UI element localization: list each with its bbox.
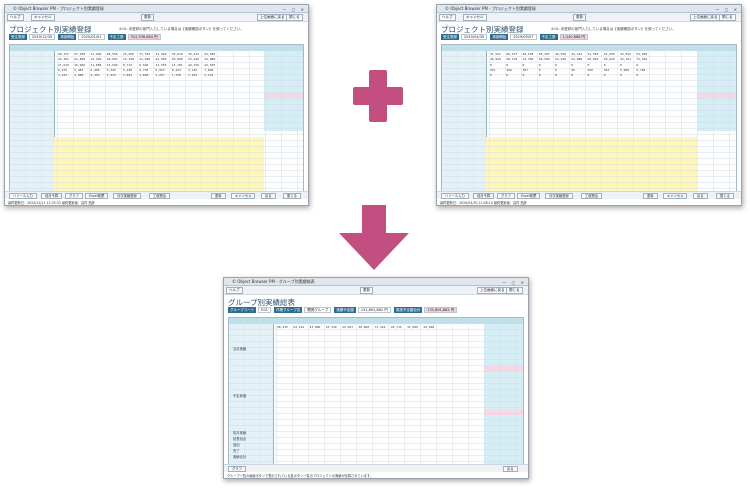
window-title: © Object Browser PM - プロジェクト別実績登録 — [13, 6, 104, 11]
row-label-complete: 完了 — [233, 449, 240, 453]
actual-amount-value: 131,891,882 円 — [357, 307, 391, 313]
group-actuals-grid[interactable]: 当月実績 予定原価 前月実績 延長割合 追加 完了 実績合計 28,435 24… — [228, 317, 524, 465]
help-button[interactable]: ヘルプ — [439, 14, 456, 21]
budget-value[interactable]: 1,240,668 円 — [559, 34, 589, 40]
cancel-footer-button[interactable]: キャンセル — [663, 193, 688, 199]
grid-values: 20,331 27,258 11,940 28,556 25,450 37,53… — [58, 52, 216, 78]
order-label: 受注登録 — [9, 34, 27, 40]
grid-values: 28,435 24,124 23,886 25,130 24,953 30,60… — [277, 325, 435, 329]
total-amount-label: 実施予定額合計 — [393, 307, 423, 313]
top-menu-button[interactable]: 上位画面に戻る — [477, 287, 508, 294]
row-label-extension: 延長割合 — [233, 437, 247, 441]
group-code-label: グループコード — [228, 307, 257, 313]
footer-bar: グラフ 戻る — [224, 464, 528, 472]
group-code-value[interactable]: E01 — [258, 307, 271, 313]
row-label-additional: 追加 — [233, 443, 240, 447]
cancel-footer-button[interactable]: キャンセル — [231, 193, 256, 199]
row-label-previous: 前月実績 — [233, 431, 247, 435]
resource-button[interactable]: リソース入力 — [441, 193, 469, 199]
toolbar: ヘルプ キャンセル 更新 上位画面に戻る 閉じる — [437, 13, 741, 22]
footer-bar: リソース入力 前月予算 グラフ Excel帳票 月次実績登録 工程照会 更新 キ… — [437, 191, 741, 199]
header-fields: グループコード E01 作業グループ名 開発グループ 実績予定額 131,891,88… — [228, 307, 459, 313]
row-label-planned-cost: 予定原価 — [233, 394, 247, 398]
back-button[interactable]: 戻る — [503, 466, 518, 472]
status-line: 最終更新日：2020/12/11 12:35:33 最終更新者：高村 拓彦 — [8, 201, 95, 205]
group-name-label: 作業グループ名 — [274, 307, 303, 313]
top-menu-button[interactable]: 上位画面に戻る — [690, 14, 721, 21]
order-date[interactable]: 2019/04/30 — [461, 34, 488, 40]
window-group-actuals: © Object Browser PM - グループ別実績総表 — ▢ ✕ ヘル… — [223, 277, 529, 479]
status-line: 最終更新日：2020/04/30 12:08:14 最終更新者：高村 拓彦 — [440, 201, 527, 205]
cancel-button[interactable]: キャンセル — [31, 14, 55, 21]
actual-amount-label: 実績予定額 — [334, 307, 356, 313]
budget-label: 予定工数 — [539, 34, 558, 40]
start-date[interactable]: 2019/05/07 — [510, 34, 537, 40]
update-footer-button[interactable]: 更新 — [211, 193, 226, 199]
start-label: 実施開始 — [58, 34, 77, 40]
row-label-total: 実績合計 — [233, 455, 247, 459]
update-footer-button[interactable]: 更新 — [643, 193, 658, 199]
monthly-button[interactable]: 月次実績登録 — [545, 193, 573, 199]
start-date[interactable]: 2020/01/01 — [78, 34, 105, 40]
footer-bar: リソース入力 前月予算 グラフ Excel帳票 月次実績登録 工程照会 更新 キ… — [5, 191, 308, 199]
process-button[interactable]: 工程照会 — [581, 193, 603, 199]
actuals-grid[interactable]: 20,331 27,258 11,940 28,556 25,450 37,53… — [9, 44, 304, 192]
row-label-current: 当月実績 — [233, 347, 247, 351]
plus-icon — [353, 70, 403, 122]
help-button[interactable]: ヘルプ — [226, 287, 243, 294]
back-button[interactable]: 戻る — [261, 193, 276, 199]
header-fields: 受注登録 2019/12/30 実施開始 2020/01/01 予定工数 312,33… — [9, 34, 163, 40]
header-fields: 受注登録 2019/04/30 実施開始 2019/05/07 予定工数 1,240,… — [441, 34, 590, 40]
window-controls[interactable]: — ▢ ✕ — [715, 6, 739, 13]
window-titlebar: © Object Browser PM - プロジェクト別実績登録 — ▢ ✕ — [437, 5, 741, 13]
resource-button[interactable]: リソース入力 — [9, 193, 37, 199]
update-button[interactable]: 更新 — [573, 14, 586, 21]
graph-button[interactable]: グラフ — [65, 193, 83, 199]
update-button[interactable]: 更新 — [141, 14, 154, 21]
info-note: ※10: 未登録の部門入力している場合は【実績確認ボタン】を使ってください。 — [119, 27, 244, 31]
budget-label: 予定工数 — [107, 34, 126, 40]
close-button[interactable]: 閉じる — [719, 14, 736, 21]
budget-value[interactable]: 312,336,664 円 — [127, 34, 161, 40]
window-project-actuals-left: © Object Browser PM - プロジェクト別実績登録 — ▢ ✕ … — [4, 4, 309, 206]
window-title: © Object Browser PM - グループ別実績総表 — [232, 279, 315, 284]
info-note: ※10: 未登録の部門入力している場合は【実績確認ボタン】を使ってください。 — [551, 27, 676, 31]
close-footer-button[interactable]: 閉じる — [716, 193, 734, 199]
toolbar: ヘルプ 更新 上位画面に戻る 閉じる — [224, 286, 528, 295]
top-menu-button[interactable]: 上位画面に戻る — [257, 14, 288, 21]
start-label: 実施開始 — [490, 34, 509, 40]
grid-values: 31,541 46,513 48,105 50,103 46,530 45,41… — [490, 52, 648, 78]
actuals-grid[interactable]: 31,541 46,513 48,105 50,103 46,530 45,41… — [441, 44, 737, 192]
prev-month-button[interactable]: 前月予算 — [473, 193, 495, 199]
window-titlebar: © Object Browser PM - プロジェクト別実績登録 — ▢ ✕ — [5, 5, 308, 13]
window-controls[interactable]: — ▢ ✕ — [502, 279, 526, 286]
prev-month-button[interactable]: 前月予算 — [41, 193, 63, 199]
back-button[interactable]: 戻る — [693, 193, 708, 199]
graph-button[interactable]: グラフ — [497, 193, 515, 199]
window-titlebar: © Object Browser PM - グループ別実績総表 — ▢ ✕ — [224, 278, 528, 286]
excel-button[interactable]: Excel帳票 — [517, 193, 541, 199]
window-project-actuals-right: © Object Browser PM - プロジェクト別実績登録 — ▢ ✕ … — [436, 4, 742, 206]
grid-lines — [229, 318, 523, 464]
update-button[interactable]: 更新 — [360, 287, 373, 294]
graph-button[interactable]: グラフ — [228, 466, 246, 472]
window-controls[interactable]: — ▢ ✕ — [282, 6, 306, 13]
cancel-button[interactable]: キャンセル — [463, 14, 487, 21]
order-label: 受注登録 — [441, 34, 459, 40]
close-button[interactable]: 閉じる — [286, 14, 303, 21]
close-button[interactable]: 閉じる — [506, 287, 523, 294]
order-date[interactable]: 2019/12/30 — [29, 34, 56, 40]
monthly-button[interactable]: 月次実績登録 — [113, 193, 141, 199]
help-button[interactable]: ヘルプ — [7, 14, 24, 21]
total-amount-value: 131,891,882 円 — [424, 307, 458, 313]
close-footer-button[interactable]: 閉じる — [283, 193, 301, 199]
arrow-down-icon — [339, 205, 409, 270]
status-line: グループ一覧の画面ボタンで表示されている各ボタン一覧のプロジェクトの実績が合算さ… — [227, 474, 373, 478]
window-title: © Object Browser PM - プロジェクト別実績登録 — [445, 6, 536, 11]
toolbar: ヘルプ キャンセル 更新 上位画面に戻る 閉じる — [5, 13, 308, 22]
excel-button[interactable]: Excel帳票 — [85, 193, 109, 199]
process-button[interactable]: 工程照会 — [149, 193, 171, 199]
group-name-value[interactable]: 開発グループ — [304, 307, 332, 313]
